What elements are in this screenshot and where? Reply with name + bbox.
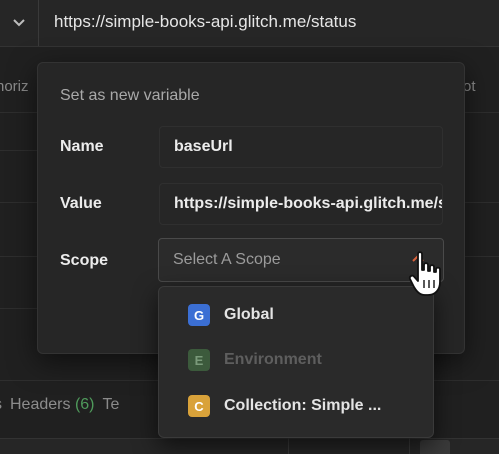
scope-option-collection[interactable]: C Collection: Simple ... bbox=[159, 386, 433, 426]
tab-authorization[interactable]: horiz bbox=[0, 78, 29, 95]
scope-option-label: Global bbox=[224, 306, 274, 323]
table-row-divider bbox=[462, 256, 499, 257]
name-label: Name bbox=[60, 138, 104, 155]
environment-badge-icon: E bbox=[188, 349, 210, 371]
name-value: baseUrl bbox=[174, 138, 233, 155]
app-window: https://simple-books-api.glitch.me/statu… bbox=[0, 0, 499, 454]
bottom-field[interactable] bbox=[288, 438, 410, 454]
value-value: https://simple-books-api.glitch.me/statu… bbox=[174, 195, 442, 212]
scope-placeholder: Select A Scope bbox=[173, 251, 281, 268]
table-row-divider bbox=[0, 256, 40, 257]
scope-option-global[interactable]: G Global bbox=[159, 295, 433, 335]
headers-count-badge: (6) bbox=[74, 396, 95, 413]
scope-option-environment: E Environment bbox=[159, 340, 433, 380]
modal-title: Set as new variable bbox=[60, 87, 200, 104]
tab-test-results[interactable]: Te bbox=[103, 396, 120, 414]
table-row-divider bbox=[0, 308, 40, 309]
global-badge-icon: G bbox=[188, 304, 210, 326]
table-row-divider bbox=[0, 150, 40, 151]
scope-select[interactable]: Select A Scope bbox=[158, 238, 444, 282]
value-field[interactable]: https://simple-books-api.glitch.me/statu… bbox=[159, 183, 443, 225]
chevron-down-icon bbox=[13, 19, 25, 27]
collection-badge-icon: C bbox=[188, 395, 210, 417]
tab-partial-left[interactable]: s bbox=[0, 396, 2, 414]
scope-label: Scope bbox=[60, 252, 109, 269]
scope-option-label: Collection: Simple ... bbox=[224, 397, 382, 414]
method-dropdown[interactable] bbox=[0, 0, 39, 46]
request-url-input[interactable]: https://simple-books-api.glitch.me/statu… bbox=[54, 12, 356, 32]
scope-dropdown-menu: G Global E Environment C Collection: Sim… bbox=[158, 286, 434, 438]
value-label: Value bbox=[60, 195, 102, 212]
response-tabs: s Headers (6) Te bbox=[0, 396, 119, 414]
name-field[interactable]: baseUrl bbox=[159, 126, 443, 168]
tab-headers[interactable]: Headers (6) bbox=[10, 396, 95, 414]
tab-headers-label: Headers bbox=[10, 396, 71, 413]
table-row-divider bbox=[462, 202, 499, 203]
bottom-button[interactable] bbox=[420, 440, 450, 454]
url-bar: https://simple-books-api.glitch.me/statu… bbox=[0, 0, 499, 47]
hand-pointer-icon bbox=[408, 251, 441, 296]
scope-option-label: Environment bbox=[224, 351, 322, 368]
table-row-divider bbox=[0, 202, 40, 203]
